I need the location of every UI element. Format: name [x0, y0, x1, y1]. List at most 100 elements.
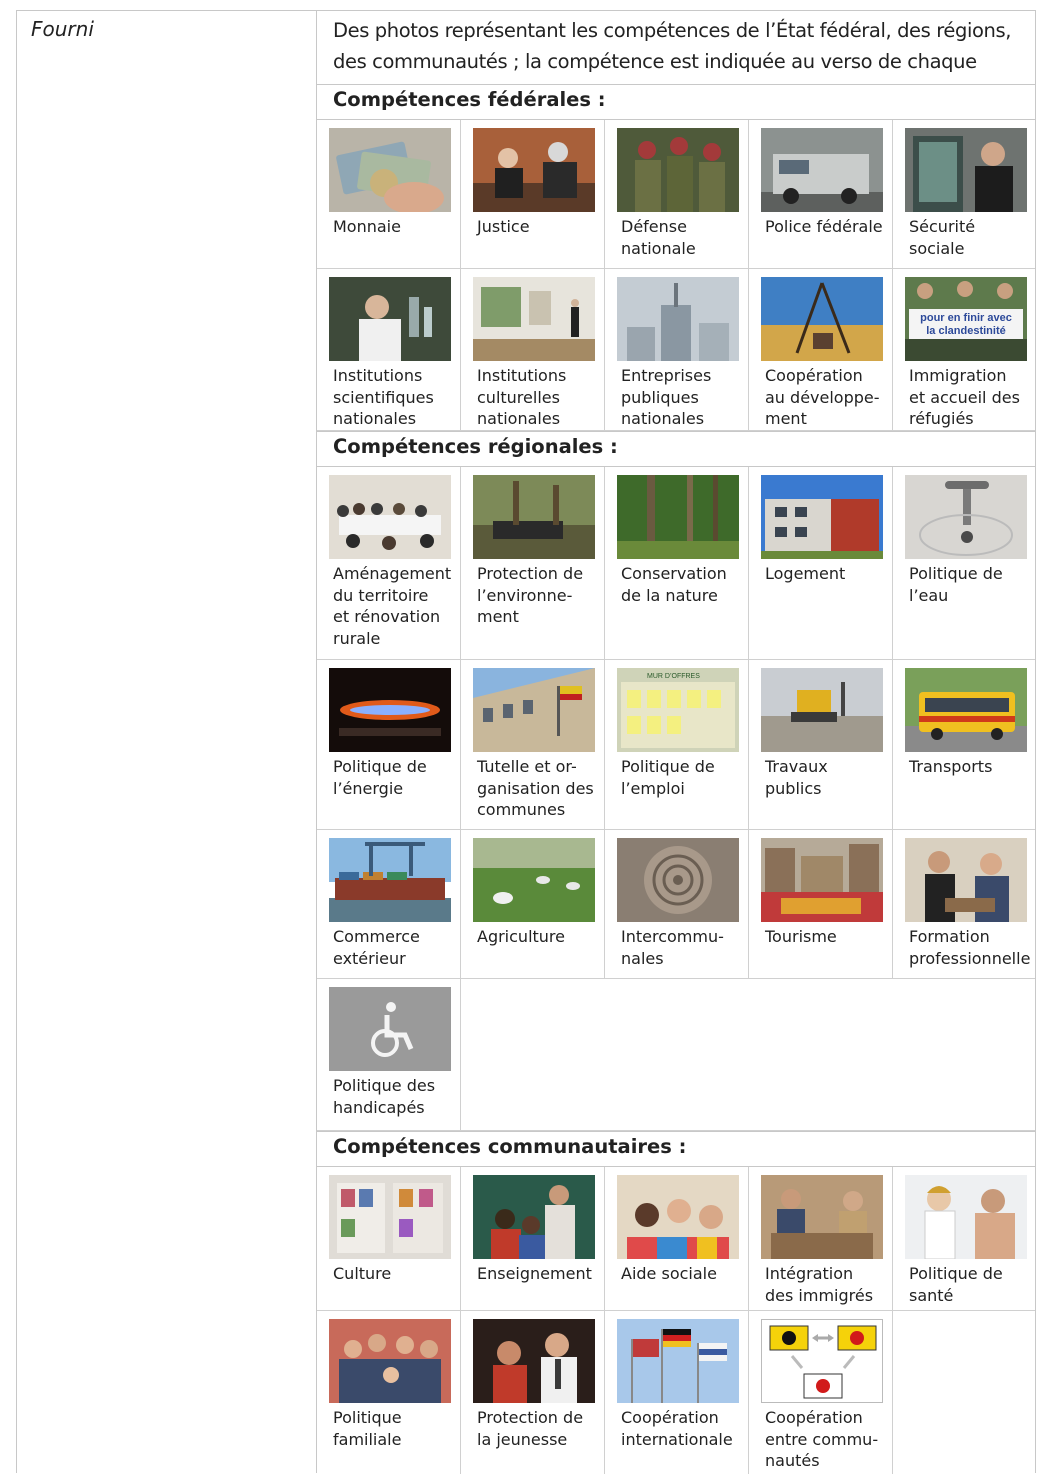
caption: Politique de santé [909, 1264, 1003, 1305]
section-title-regional: Compétences régionales : [333, 435, 618, 458]
environment-photo [473, 475, 595, 559]
immigration-banner-line-2: la clandestinité [926, 325, 1005, 337]
tile-intermunicipal: Intercommu- nales [605, 830, 749, 978]
health-photo [905, 1175, 1027, 1259]
scientific-photo [329, 277, 451, 361]
community-cooperation-emblem [761, 1319, 883, 1403]
disability-photo [329, 987, 451, 1071]
tile-defense: Défense nationale [605, 120, 749, 268]
tile-family-policy: Politique familiale [317, 1311, 461, 1474]
intermunicipal-photo [617, 838, 739, 922]
tile-tourism: Tourisme [749, 830, 893, 978]
caption: Enseignement [477, 1264, 592, 1283]
cultural-photo [473, 277, 595, 361]
tile-health-policy: Politique de santé [893, 1167, 1037, 1310]
tile-empty [893, 1311, 1037, 1474]
section-header-federal: Compétences fédérales : [317, 84, 1035, 120]
caption: Sécurité sociale [909, 217, 976, 258]
agriculture-photo [473, 838, 595, 922]
international-photo [617, 1319, 739, 1403]
housing-photo [761, 475, 883, 559]
caption: Aide sociale [621, 1264, 717, 1283]
caption: Transports [909, 757, 993, 776]
caption: Entreprises publiques nationales [621, 366, 712, 428]
caption: Politique familiale [333, 1408, 402, 1449]
tile-education: Enseignement [461, 1167, 605, 1310]
tile-public-works: Travaux publics [749, 660, 893, 829]
left-column: Fourni [16, 10, 316, 1473]
tile-culture: Culture [317, 1167, 461, 1310]
caption: Coopération au développe- ment [765, 366, 880, 428]
caption: Intégration des immigrés [765, 1264, 874, 1305]
caption: Monnaie [333, 217, 401, 236]
justice-photo [473, 128, 595, 212]
tile-nature-conservation: Conservation de la nature [605, 467, 749, 659]
regional-row-1: Aménagement du territoire et rénovation … [317, 467, 1035, 660]
tile-employment: MUR D’OFFRES Politique de l’emploi [605, 660, 749, 829]
tile-money: Monnaie [317, 120, 461, 268]
caption: Politique des handicapés [333, 1076, 436, 1117]
section-title-community: Compétences communautaires : [333, 1135, 687, 1158]
tile-vocational-training: Formation professionnelle [893, 830, 1037, 978]
regional-row-2: Politique de l’énergie Tutelle et or- ga… [317, 660, 1035, 830]
energy-photo [329, 668, 451, 752]
caption: Institutions scientifiques nationales [333, 366, 434, 428]
tile-energy: Politique de l’énergie [317, 660, 461, 829]
family-photo [329, 1319, 451, 1403]
caption: Conservation de la nature [621, 564, 727, 605]
caption: Protection de la jeunesse [477, 1408, 584, 1449]
caption: Politique de l’énergie [333, 757, 427, 798]
tile-water-policy: Politique de l’eau [893, 467, 1037, 659]
caption: Protection de l’environne- ment [477, 564, 584, 626]
tile-immigrant-integration: Intégration des immigrés [749, 1167, 893, 1310]
youth-photo [473, 1319, 595, 1403]
tile-land-planning: Aménagement du territoire et rénovation … [317, 467, 461, 659]
tile-international-cooperation: Coopération internationale [605, 1311, 749, 1474]
section-header-community: Compétences communautaires : [317, 1131, 1035, 1167]
tile-community-cooperation: Coopération entre commu- nautés [749, 1311, 893, 1474]
tile-development-cooperation: Coopération au développe- ment [749, 269, 893, 430]
tile-agriculture: Agriculture [461, 830, 605, 978]
enterprises-photo [617, 277, 739, 361]
tile-public-enterprises: Entreprises publiques nationales [605, 269, 749, 430]
caption: Commerce extérieur [333, 927, 420, 968]
immigration-photo: pour en finir avec la clandestinité [905, 277, 1027, 361]
caption: Travaux publics [765, 757, 828, 798]
tile-cultural-institutions: Institutions culturelles nationales [461, 269, 605, 430]
document-page: Fourni Des photos représentant les compé… [16, 10, 1037, 1474]
tile-transport: Transports [893, 660, 1037, 829]
land-planning-photo [329, 475, 451, 559]
tile-environment: Protection de l’environne- ment [461, 467, 605, 659]
culture-photo [329, 1175, 451, 1259]
section-title-federal: Compétences fédérales : [333, 88, 606, 111]
caption: Tourisme [765, 927, 837, 946]
community-row-1: Culture Enseignement Aide sociale Intégr… [317, 1167, 1035, 1311]
caption: Défense nationale [621, 217, 696, 258]
tourism-photo [761, 838, 883, 922]
tile-social-security: Sécurité sociale [893, 120, 1037, 268]
tile-justice: Justice [461, 120, 605, 268]
tile-scientific-institutions: Institutions scientifiques nationales [317, 269, 461, 430]
integration-photo [761, 1175, 883, 1259]
caption: Police fédérale [765, 217, 883, 236]
tile-social-aid: Aide sociale [605, 1167, 749, 1310]
federal-row-2: Institutions scientifiques nationales In… [317, 269, 1035, 431]
section-header-regional: Compétences régionales : [317, 431, 1035, 467]
regional-row-3: Commerce extérieur Agriculture Intercomm… [317, 830, 1035, 979]
caption: Intercommu- nales [621, 927, 724, 968]
caption: Culture [333, 1264, 392, 1283]
defense-photo [617, 128, 739, 212]
right-column: Des photos représentant les compétences … [316, 10, 1037, 1474]
social-security-photo [905, 128, 1027, 212]
transport-photo [905, 668, 1027, 752]
caption: Formation professionnelle [909, 927, 1031, 968]
provided-label: Fourni [31, 17, 94, 41]
caption: Coopération internationale [621, 1408, 733, 1449]
immigration-banner-line-1: pour en finir avec [920, 312, 1012, 324]
regional-row-4: Politique des handicapés [317, 979, 1035, 1131]
police-photo [761, 128, 883, 212]
education-photo [473, 1175, 595, 1259]
municipalities-photo [473, 668, 595, 752]
tile-youth-protection: Protection de la jeunesse [461, 1311, 605, 1474]
tile-disability-policy: Politique des handicapés [317, 979, 461, 1130]
